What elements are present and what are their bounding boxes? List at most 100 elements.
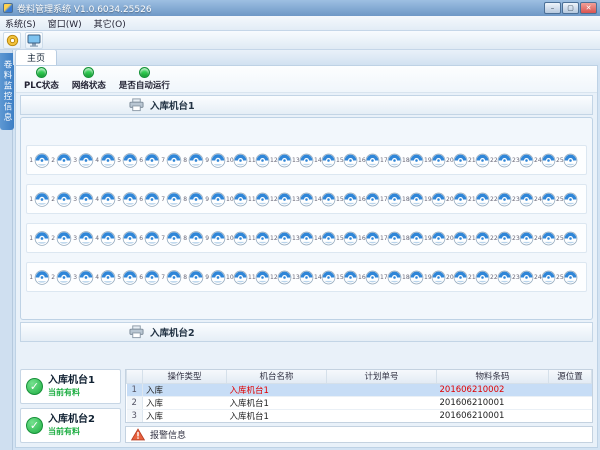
col-header[interactable]: 机台名称: [227, 370, 327, 383]
spool-slot[interactable]: 14: [314, 229, 336, 248]
spool-slot[interactable]: 4: [94, 268, 116, 287]
spool-slot[interactable]: 9: [204, 151, 226, 170]
spool-slot[interactable]: 5: [116, 229, 138, 248]
spool-slot[interactable]: 6: [138, 229, 160, 248]
spool-slot[interactable]: 3: [72, 190, 94, 209]
spool-slot[interactable]: 5: [116, 151, 138, 170]
spool-slot[interactable]: 14: [314, 190, 336, 209]
table-row[interactable]: 2 入库 入库机台1 201606210001: [127, 396, 592, 409]
col-header[interactable]: 计划单号: [327, 370, 437, 383]
spool-slot[interactable]: 23: [512, 229, 534, 248]
spool-slot[interactable]: 9: [204, 268, 226, 287]
sidebar-vertical-tab[interactable]: 卷料监控信息: [0, 53, 14, 130]
spool-slot[interactable]: 2: [50, 229, 72, 248]
menu-item-1[interactable]: 窗口(W): [48, 17, 82, 30]
spool-slot[interactable]: 1: [28, 190, 50, 209]
spool-slot[interactable]: 16: [358, 190, 380, 209]
spool-slot[interactable]: 13: [292, 268, 314, 287]
spool-slot[interactable]: 21: [468, 229, 490, 248]
spool-slot[interactable]: 11: [248, 190, 270, 209]
menu-item-2[interactable]: 其它(O): [94, 17, 126, 30]
spool-slot[interactable]: 7: [160, 190, 182, 209]
spool-slot[interactable]: 15: [336, 268, 358, 287]
spool-slot[interactable]: 2: [50, 151, 72, 170]
spool-slot[interactable]: 15: [336, 190, 358, 209]
spool-slot[interactable]: 20: [446, 190, 468, 209]
spool-slot[interactable]: 23: [512, 151, 534, 170]
spool-slot[interactable]: 16: [358, 229, 380, 248]
spool-slot[interactable]: 15: [336, 151, 358, 170]
printer-icon[interactable]: [129, 325, 144, 339]
spool-slot[interactable]: 21: [468, 190, 490, 209]
spool-slot[interactable]: 24: [534, 268, 556, 287]
col-header[interactable]: 物料条码: [437, 370, 549, 383]
spool-slot[interactable]: 10: [226, 268, 248, 287]
tab-home[interactable]: 主页: [15, 50, 57, 65]
spool-slot[interactable]: 3: [72, 151, 94, 170]
spool-slot[interactable]: 1: [28, 229, 50, 248]
spool-slot[interactable]: 12: [270, 151, 292, 170]
spool-slot[interactable]: 9: [204, 229, 226, 248]
spool-slot[interactable]: 18: [402, 229, 424, 248]
spool-slot[interactable]: 11: [248, 229, 270, 248]
spool-slot[interactable]: 12: [270, 190, 292, 209]
spool-slot[interactable]: 4: [94, 229, 116, 248]
spool-slot[interactable]: 2: [50, 190, 72, 209]
spool-slot[interactable]: 11: [248, 268, 270, 287]
col-header[interactable]: 源位置: [549, 370, 592, 383]
spool-slot[interactable]: 23: [512, 268, 534, 287]
spool-slot[interactable]: 6: [138, 268, 160, 287]
settings-button[interactable]: [3, 32, 21, 49]
spool-slot[interactable]: 4: [94, 190, 116, 209]
spool-slot[interactable]: 24: [534, 229, 556, 248]
spool-slot[interactable]: 4: [94, 151, 116, 170]
spool-slot[interactable]: 18: [402, 190, 424, 209]
spool-slot[interactable]: 1: [28, 268, 50, 287]
spool-slot[interactable]: 1: [28, 151, 50, 170]
menu-item-0[interactable]: 系统(S): [5, 17, 36, 30]
spool-slot[interactable]: 16: [358, 151, 380, 170]
spool-slot[interactable]: 17: [380, 151, 402, 170]
spool-slot[interactable]: 6: [138, 190, 160, 209]
close-button[interactable]: ✕: [580, 2, 597, 14]
spool-slot[interactable]: 7: [160, 229, 182, 248]
spool-slot[interactable]: 12: [270, 268, 292, 287]
col-header[interactable]: 操作类型: [143, 370, 227, 383]
spool-slot[interactable]: 18: [402, 151, 424, 170]
spool-slot[interactable]: 25: [556, 268, 578, 287]
spool-slot[interactable]: 8: [182, 268, 204, 287]
spool-slot[interactable]: 20: [446, 268, 468, 287]
spool-slot[interactable]: 21: [468, 151, 490, 170]
spool-slot[interactable]: 19: [424, 229, 446, 248]
spool-slot[interactable]: 19: [424, 268, 446, 287]
spool-slot[interactable]: 9: [204, 190, 226, 209]
spool-slot[interactable]: 20: [446, 229, 468, 248]
spool-slot[interactable]: 5: [116, 268, 138, 287]
spool-slot[interactable]: 22: [490, 151, 512, 170]
spool-slot[interactable]: 12: [270, 229, 292, 248]
spool-slot[interactable]: 22: [490, 268, 512, 287]
spool-slot[interactable]: 8: [182, 190, 204, 209]
spool-slot[interactable]: 17: [380, 229, 402, 248]
spool-slot[interactable]: 23: [512, 190, 534, 209]
spool-slot[interactable]: 3: [72, 268, 94, 287]
spool-slot[interactable]: 25: [556, 151, 578, 170]
spool-slot[interactable]: 7: [160, 268, 182, 287]
spool-slot[interactable]: 10: [226, 229, 248, 248]
spool-slot[interactable]: 19: [424, 151, 446, 170]
spool-slot[interactable]: 13: [292, 151, 314, 170]
spool-slot[interactable]: 6: [138, 151, 160, 170]
table-row[interactable]: 1 入库 入库机台1 201606210002: [127, 383, 592, 396]
spool-slot[interactable]: 16: [358, 268, 380, 287]
printer-icon[interactable]: [129, 98, 144, 112]
spool-slot[interactable]: 14: [314, 268, 336, 287]
spool-slot[interactable]: 17: [380, 190, 402, 209]
spool-slot[interactable]: 7: [160, 151, 182, 170]
spool-slot[interactable]: 11: [248, 151, 270, 170]
spool-slot[interactable]: 25: [556, 229, 578, 248]
spool-slot[interactable]: 13: [292, 229, 314, 248]
spool-slot[interactable]: 22: [490, 229, 512, 248]
minimize-button[interactable]: –: [544, 2, 561, 14]
spool-slot[interactable]: 13: [292, 190, 314, 209]
maximize-button[interactable]: ▢: [562, 2, 579, 14]
